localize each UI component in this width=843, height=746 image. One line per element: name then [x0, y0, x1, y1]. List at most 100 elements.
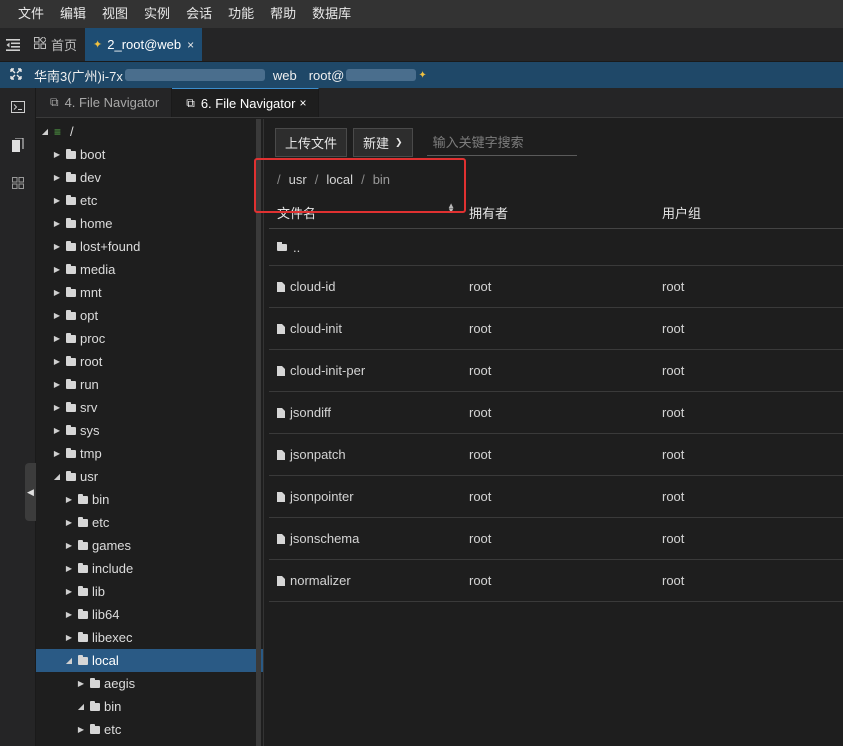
caret-right-icon[interactable]: ▶ — [52, 265, 62, 274]
tree-node[interactable]: ◢ bin — [36, 695, 263, 718]
caret-right-icon[interactable]: ▶ — [64, 610, 74, 619]
close-icon[interactable]: × — [187, 38, 194, 52]
caret-right-icon[interactable]: ▶ — [52, 403, 62, 412]
tree-node[interactable]: ▶ proc — [36, 327, 263, 350]
cell-owner: root — [469, 279, 492, 294]
tree-node[interactable]: ▶ home — [36, 212, 263, 235]
table-row[interactable]: jsonpointer root root — [269, 476, 843, 518]
menu-help[interactable]: 帮助 — [264, 0, 302, 28]
tree-node[interactable]: ▶ lib — [36, 580, 263, 603]
table-row[interactable]: normalizer root root — [269, 560, 843, 602]
caret-right-icon[interactable]: ▶ — [64, 587, 74, 596]
caret-right-icon[interactable]: ▶ — [76, 679, 86, 688]
tree-node-label: etc — [80, 193, 98, 208]
parent-directory-row[interactable]: .. — [269, 229, 843, 266]
folder-icon — [90, 677, 100, 688]
fullscreen-icon[interactable] — [10, 67, 22, 83]
caret-right-icon[interactable]: ▶ — [64, 541, 74, 550]
file-icon[interactable] — [0, 126, 36, 164]
caret-right-icon[interactable]: ▶ — [64, 495, 74, 504]
tree-node[interactable]: ▶ lib64 — [36, 603, 263, 626]
tree-node[interactable]: ◢ usr — [36, 465, 263, 488]
panel-tabs: ⧉ 4. File Navigator ⧉ 6. File Navigator … — [36, 88, 843, 118]
tree-node[interactable]: ▶ include — [36, 557, 263, 580]
tree-node[interactable]: ▶ srv — [36, 396, 263, 419]
table-row[interactable]: jsondiff root root — [269, 392, 843, 434]
tab-home[interactable]: 首页 — [26, 28, 85, 61]
caret-right-icon[interactable]: ▶ — [64, 633, 74, 642]
menu-session[interactable]: 会话 — [180, 0, 218, 28]
header-owner[interactable]: 拥有者 — [469, 203, 662, 222]
menu-file[interactable]: 文件 — [12, 0, 50, 28]
upload-button[interactable]: 上传文件 — [275, 127, 348, 157]
menu-edit[interactable]: 编辑 — [54, 0, 92, 28]
menu-instance[interactable]: 实例 — [138, 0, 176, 28]
caret-down-icon[interactable]: ◢ — [64, 656, 74, 665]
table-row[interactable]: cloud-init-per root root — [269, 350, 843, 392]
tree-node[interactable]: ◢ ≡ / — [36, 120, 263, 143]
caret-right-icon[interactable]: ▶ — [52, 196, 62, 205]
table-row[interactable]: jsonschema root root — [269, 518, 843, 560]
menu-bar: 文件 编辑 视图 实例 会话 功能 帮助 数据库 — [0, 0, 843, 28]
tree-node[interactable]: ▶ opt — [36, 304, 263, 327]
tree-node[interactable]: ▶ run — [36, 373, 263, 396]
menu-features[interactable]: 功能 — [222, 0, 260, 28]
table-row[interactable]: cloud-init root root — [269, 308, 843, 350]
tree-node[interactable]: ▶ sys — [36, 419, 263, 442]
caret-right-icon[interactable]: ▶ — [52, 334, 62, 343]
caret-right-icon[interactable]: ▶ — [64, 518, 74, 527]
tree-node[interactable]: ◢ local — [36, 649, 263, 672]
menu-view[interactable]: 视图 — [96, 0, 134, 28]
table-row[interactable]: cloud-id root root — [269, 266, 843, 308]
tab-file-navigator-6[interactable]: ⧉ 6. File Navigator × — [172, 88, 320, 117]
tree-node[interactable]: ▶ lost+found — [36, 235, 263, 258]
tree-node[interactable]: ▶ etc — [36, 189, 263, 212]
grid-icon[interactable] — [0, 164, 36, 202]
panel-splitter[interactable] — [256, 119, 261, 746]
caret-down-icon[interactable]: ◢ — [40, 127, 50, 136]
caret-right-icon[interactable]: ▶ — [64, 564, 74, 573]
search-input[interactable]: 输入关键字搜索 — [426, 128, 577, 156]
terminal-icon[interactable] — [0, 88, 36, 126]
tree-node[interactable]: ▶ media — [36, 258, 263, 281]
tree-node-label: run — [80, 377, 99, 392]
caret-right-icon[interactable]: ▶ — [52, 357, 62, 366]
caret-down-icon[interactable]: ◢ — [52, 472, 62, 481]
tree-node[interactable]: ▶ games — [36, 534, 263, 557]
tree-node[interactable]: ▶ etc — [36, 718, 263, 741]
table-row[interactable]: jsonpatch root root — [269, 434, 843, 476]
tab-session[interactable]: ✦ 2_root@web × — [85, 28, 203, 61]
caret-right-icon[interactable]: ▶ — [52, 150, 62, 159]
caret-right-icon[interactable]: ▶ — [52, 426, 62, 435]
caret-right-icon[interactable]: ▶ — [52, 449, 62, 458]
tree-node[interactable]: ▶ boot — [36, 143, 263, 166]
tree-node[interactable]: ▶ root — [36, 350, 263, 373]
menu-database[interactable]: 数据库 — [306, 0, 357, 28]
caret-right-icon[interactable]: ▶ — [52, 288, 62, 297]
caret-right-icon[interactable]: ▶ — [52, 380, 62, 389]
caret-right-icon[interactable]: ▶ — [52, 311, 62, 320]
tree-node[interactable]: ▶ dev — [36, 166, 263, 189]
caret-down-icon[interactable]: ◢ — [76, 702, 86, 711]
tree-node[interactable]: ▶ bin — [36, 488, 263, 511]
tree-node[interactable]: ▶ mnt — [36, 281, 263, 304]
new-dropdown-button[interactable]: 新建 ❯ — [353, 127, 413, 157]
caret-right-icon[interactable]: ▶ — [52, 219, 62, 228]
caret-right-icon[interactable]: ▶ — [76, 725, 86, 734]
tree-node[interactable]: ▶ aegis — [36, 672, 263, 695]
caret-right-icon[interactable]: ▶ — [52, 173, 62, 182]
sidebar-toggle-icon[interactable] — [0, 28, 26, 61]
tab-file-navigator-4[interactable]: ⧉ 4. File Navigator — [36, 88, 173, 117]
collapse-panel-icon[interactable]: ◀ — [25, 463, 36, 521]
folder-icon — [66, 263, 76, 274]
folder-icon — [78, 654, 88, 665]
cell-name: cloud-id — [269, 279, 469, 294]
tree-node[interactable]: ▶ etc — [36, 511, 263, 534]
session-user: root@ — [308, 67, 345, 83]
tree-node[interactable]: ▶ libexec — [36, 626, 263, 649]
cell-name: cloud-init — [269, 321, 469, 336]
header-group[interactable]: 用户组 — [662, 203, 842, 222]
caret-right-icon[interactable]: ▶ — [52, 242, 62, 251]
tree-node[interactable]: ▶ tmp — [36, 442, 263, 465]
close-icon[interactable]: × — [299, 96, 306, 110]
